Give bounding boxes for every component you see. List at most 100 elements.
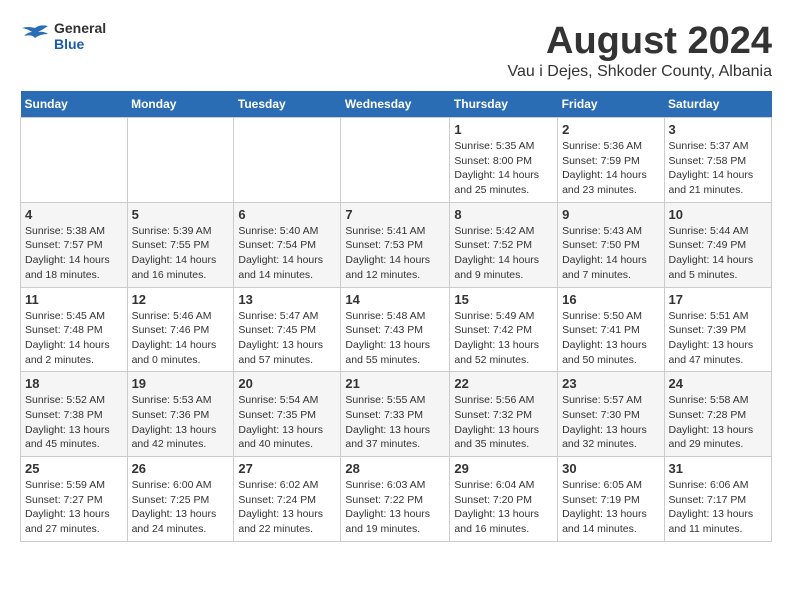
day-number: 12 — [132, 292, 230, 307]
calendar-cell: 9 Sunrise: 5:43 AM Sunset: 7:50 PM Daylig… — [558, 202, 664, 287]
calendar-cell: 12 Sunrise: 5:46 AM Sunset: 7:46 PM Dayli… — [127, 287, 234, 372]
day-number: 16 — [562, 292, 659, 307]
day-number: 1 — [454, 122, 553, 137]
day-info: Sunrise: 5:36 AM Sunset: 7:59 PM Dayligh… — [562, 139, 659, 198]
calendar-cell: 26 Sunrise: 6:00 AM Sunset: 7:25 PM Dayli… — [127, 457, 234, 542]
day-number: 27 — [238, 461, 336, 476]
calendar-cell: 28Sunrise: 6:03 AM Sunset: 7:22 PM Dayli… — [341, 457, 450, 542]
calendar-cell: 2 Sunrise: 5:36 AM Sunset: 7:59 PM Daylig… — [558, 118, 664, 203]
calendar-cell: 10 Sunrise: 5:44 AM Sunset: 7:49 PM Dayli… — [664, 202, 771, 287]
month-title: August 2024 — [508, 20, 772, 63]
day-info: Sunrise: 5:55 AM Sunset: 7:33 PM Dayligh… — [345, 393, 445, 452]
day-number: 30 — [562, 461, 659, 476]
weekday-header-monday: Monday — [127, 91, 234, 118]
week-row-4: 18 Sunrise: 5:52 AM Sunset: 7:38 PM Dayli… — [21, 372, 772, 457]
day-number: 19 — [132, 376, 230, 391]
day-info: Sunrise: 5:38 AM Sunset: 7:57 PM Dayligh… — [25, 224, 123, 283]
day-info: Sunrise: 5:39 AM Sunset: 7:55 PM Dayligh… — [132, 224, 230, 283]
calendar-cell: 4Sunrise: 5:38 AM Sunset: 7:57 PM Daylig… — [21, 202, 128, 287]
logo-blue-text: Blue — [54, 36, 106, 52]
weekday-header-saturday: Saturday — [664, 91, 771, 118]
day-info: Sunrise: 6:00 AM Sunset: 7:25 PM Dayligh… — [132, 478, 230, 537]
week-row-5: 25 Sunrise: 5:59 AM Sunset: 7:27 PM Dayli… — [21, 457, 772, 542]
title-block: August 2024 Vau i Dejes, Shkoder County,… — [508, 20, 772, 81]
day-number: 15 — [454, 292, 553, 307]
calendar-cell: 29 Sunrise: 6:04 AM Sunset: 7:20 PM Dayli… — [450, 457, 558, 542]
day-info: Sunrise: 5:49 AM Sunset: 7:42 PM Dayligh… — [454, 309, 553, 368]
calendar-cell: 30 Sunrise: 6:05 AM Sunset: 7:19 PM Dayli… — [558, 457, 664, 542]
calendar-cell: 8Sunrise: 5:42 AM Sunset: 7:52 PM Daylig… — [450, 202, 558, 287]
day-number: 9 — [562, 207, 659, 222]
weekday-header-thursday: Thursday — [450, 91, 558, 118]
logo: General Blue — [20, 20, 106, 52]
day-number: 3 — [669, 122, 767, 137]
day-info: Sunrise: 6:03 AM Sunset: 7:22 PM Dayligh… — [345, 478, 445, 537]
day-info: Sunrise: 5:43 AM Sunset: 7:50 PM Dayligh… — [562, 224, 659, 283]
calendar-cell: 27Sunrise: 6:02 AM Sunset: 7:24 PM Dayli… — [234, 457, 341, 542]
calendar-table: SundayMondayTuesdayWednesdayThursdayFrid… — [20, 91, 772, 542]
page-header: General Blue August 2024 Vau i Dejes, Sh… — [20, 20, 772, 81]
day-info: Sunrise: 5:46 AM Sunset: 7:46 PM Dayligh… — [132, 309, 230, 368]
day-number: 8 — [454, 207, 553, 222]
calendar-cell — [21, 118, 128, 203]
day-number: 17 — [669, 292, 767, 307]
day-info: Sunrise: 5:52 AM Sunset: 7:38 PM Dayligh… — [25, 393, 123, 452]
calendar-cell: 5 Sunrise: 5:39 AM Sunset: 7:55 PM Daylig… — [127, 202, 234, 287]
day-number: 18 — [25, 376, 123, 391]
day-info: Sunrise: 6:05 AM Sunset: 7:19 PM Dayligh… — [562, 478, 659, 537]
calendar-cell: 18 Sunrise: 5:52 AM Sunset: 7:38 PM Dayli… — [21, 372, 128, 457]
day-number: 26 — [132, 461, 230, 476]
day-info: Sunrise: 5:54 AM Sunset: 7:35 PM Dayligh… — [238, 393, 336, 452]
calendar-cell: 17 Sunrise: 5:51 AM Sunset: 7:39 PM Dayli… — [664, 287, 771, 372]
calendar-cell: 3 Sunrise: 5:37 AM Sunset: 7:58 PM Daylig… — [664, 118, 771, 203]
day-number: 7 — [345, 207, 445, 222]
day-info: Sunrise: 5:40 AM Sunset: 7:54 PM Dayligh… — [238, 224, 336, 283]
day-info: Sunrise: 5:58 AM Sunset: 7:28 PM Dayligh… — [669, 393, 767, 452]
day-number: 23 — [562, 376, 659, 391]
day-info: Sunrise: 5:37 AM Sunset: 7:58 PM Dayligh… — [669, 139, 767, 198]
calendar-cell: 21Sunrise: 5:55 AM Sunset: 7:33 PM Dayli… — [341, 372, 450, 457]
day-number: 11 — [25, 292, 123, 307]
calendar-cell: 25 Sunrise: 5:59 AM Sunset: 7:27 PM Dayli… — [21, 457, 128, 542]
day-info: Sunrise: 5:45 AM Sunset: 7:48 PM Dayligh… — [25, 309, 123, 368]
day-number: 29 — [454, 461, 553, 476]
day-number: 14 — [345, 292, 445, 307]
day-info: Sunrise: 6:04 AM Sunset: 7:20 PM Dayligh… — [454, 478, 553, 537]
day-info: Sunrise: 5:44 AM Sunset: 7:49 PM Dayligh… — [669, 224, 767, 283]
day-info: Sunrise: 5:53 AM Sunset: 7:36 PM Dayligh… — [132, 393, 230, 452]
day-info: Sunrise: 5:48 AM Sunset: 7:43 PM Dayligh… — [345, 309, 445, 368]
calendar-cell: 6Sunrise: 5:40 AM Sunset: 7:54 PM Daylig… — [234, 202, 341, 287]
day-info: Sunrise: 5:47 AM Sunset: 7:45 PM Dayligh… — [238, 309, 336, 368]
day-number: 13 — [238, 292, 336, 307]
calendar-cell — [341, 118, 450, 203]
weekday-header-tuesday: Tuesday — [234, 91, 341, 118]
calendar-cell: 11 Sunrise: 5:45 AM Sunset: 7:48 PM Dayli… — [21, 287, 128, 372]
calendar-cell: 13 Sunrise: 5:47 AM Sunset: 7:45 PM Dayli… — [234, 287, 341, 372]
calendar-cell — [127, 118, 234, 203]
day-number: 22 — [454, 376, 553, 391]
day-number: 2 — [562, 122, 659, 137]
calendar-cell: 15 Sunrise: 5:49 AM Sunset: 7:42 PM Dayli… — [450, 287, 558, 372]
calendar-cell: 31Sunrise: 6:06 AM Sunset: 7:17 PM Dayli… — [664, 457, 771, 542]
calendar-cell: 23Sunrise: 5:57 AM Sunset: 7:30 PM Dayli… — [558, 372, 664, 457]
week-row-1: 1 Sunrise: 5:35 AM Sunset: 8:00 PM Daylig… — [21, 118, 772, 203]
calendar-cell: 16 Sunrise: 5:50 AM Sunset: 7:41 PM Dayli… — [558, 287, 664, 372]
day-number: 5 — [132, 207, 230, 222]
day-info: Sunrise: 5:50 AM Sunset: 7:41 PM Dayligh… — [562, 309, 659, 368]
calendar-cell: 1 Sunrise: 5:35 AM Sunset: 8:00 PM Daylig… — [450, 118, 558, 203]
weekday-header-sunday: Sunday — [21, 91, 128, 118]
day-info: Sunrise: 5:35 AM Sunset: 8:00 PM Dayligh… — [454, 139, 553, 198]
logo-bird-icon — [20, 24, 50, 48]
day-number: 31 — [669, 461, 767, 476]
calendar-cell: 7Sunrise: 5:41 AM Sunset: 7:53 PM Daylig… — [341, 202, 450, 287]
day-number: 20 — [238, 376, 336, 391]
week-row-3: 11 Sunrise: 5:45 AM Sunset: 7:48 PM Dayli… — [21, 287, 772, 372]
day-number: 10 — [669, 207, 767, 222]
logo-general-text: General — [54, 20, 106, 36]
calendar-cell — [234, 118, 341, 203]
week-row-2: 4Sunrise: 5:38 AM Sunset: 7:57 PM Daylig… — [21, 202, 772, 287]
day-info: Sunrise: 5:59 AM Sunset: 7:27 PM Dayligh… — [25, 478, 123, 537]
day-info: Sunrise: 5:51 AM Sunset: 7:39 PM Dayligh… — [669, 309, 767, 368]
day-number: 24 — [669, 376, 767, 391]
day-number: 25 — [25, 461, 123, 476]
